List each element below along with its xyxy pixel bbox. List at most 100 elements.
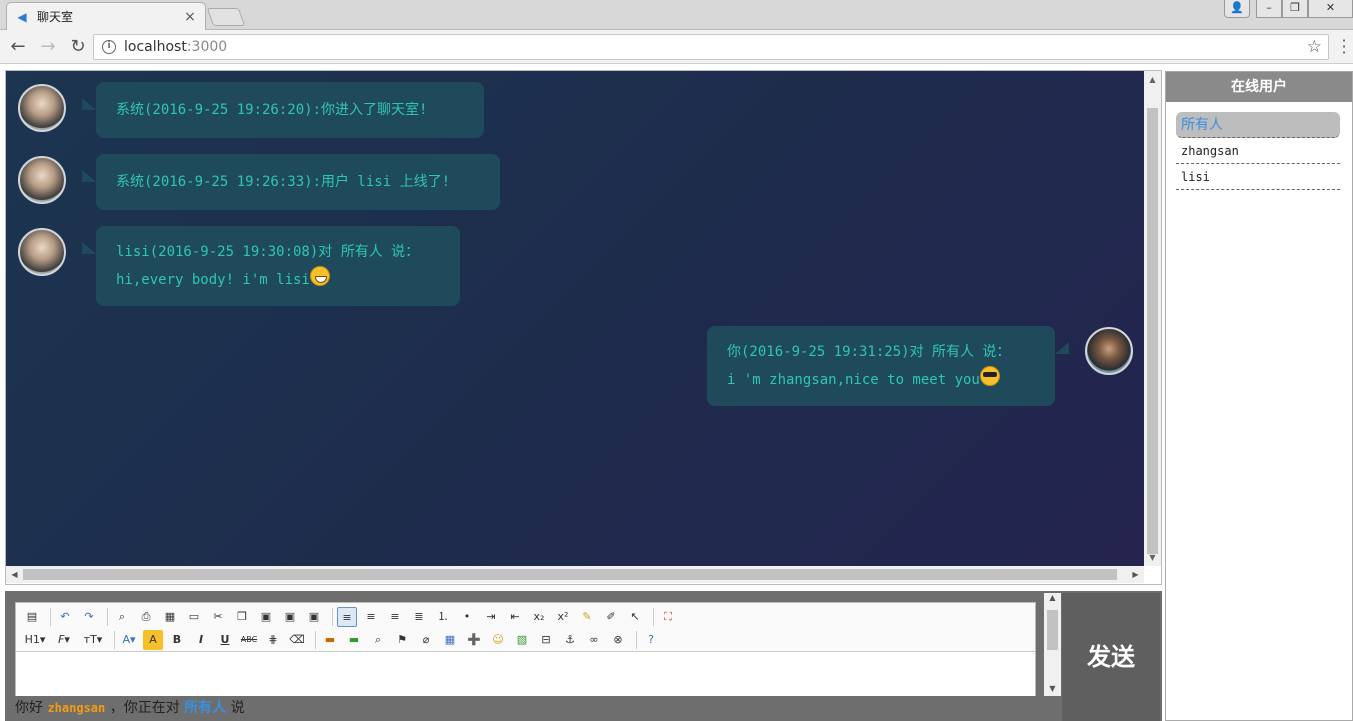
scroll-thumb[interactable] (1047, 610, 1058, 650)
bookmark-star-icon[interactable]: ☆ (1307, 37, 1322, 57)
status-middle: ，你正在对 (109, 700, 180, 716)
back-icon[interactable]: ← (6, 35, 30, 59)
scroll-thumb[interactable] (23, 569, 1117, 580)
url-text[interactable]: localhost:3000 (124, 39, 227, 55)
attachment-icon[interactable]: ⌀ (416, 630, 436, 650)
redo-icon[interactable]: ↷ (79, 607, 99, 627)
message-bubble: lisi(2016-9-25 19:30:08)对 所有人 说： hi,ever… (96, 226, 460, 306)
link-icon[interactable]: ∞ (584, 630, 604, 650)
user-item-lisi[interactable]: lisi (1176, 164, 1340, 190)
message-area[interactable]: 系统(2016-9-25 19:26:20):你进入了聊天室! 系统(2016-… (6, 71, 1144, 566)
font-color-icon[interactable]: A▾ (119, 630, 139, 650)
table-icon[interactable]: ▦ (440, 630, 460, 650)
hr-icon[interactable]: ⋕ (263, 630, 283, 650)
scroll-thumb[interactable] (1147, 108, 1158, 554)
align-center-icon[interactable]: ≡ (361, 607, 381, 627)
superscript-icon[interactable]: x² (553, 607, 573, 627)
minimize-button[interactable]: – (1256, 0, 1282, 18)
clear-format-icon[interactable]: ✎ (577, 607, 597, 627)
insert-col-icon[interactable]: ▬ (344, 630, 364, 650)
reload-icon[interactable]: ↻ (66, 35, 90, 59)
message-row (1085, 327, 1133, 375)
spacer-icon[interactable]: ⊟ (536, 630, 556, 650)
italic-button[interactable]: I (191, 630, 211, 650)
address-bar[interactable]: i localhost:3000 ☆ (93, 34, 1329, 60)
help-icon[interactable]: ? (641, 630, 661, 650)
heading-dropdown[interactable]: H1▾ (22, 630, 48, 650)
underline-button[interactable]: U (215, 630, 235, 650)
forward-icon[interactable]: → (36, 35, 60, 59)
strikethrough-button[interactable]: ABC (239, 630, 259, 650)
browser-window: ◀ 聊天室 × 👤 – ❐ ✕ ← → ↻ i localhost:3000 ☆… (0, 0, 1353, 721)
font-size-dropdown[interactable]: тT▾ (80, 630, 106, 650)
outdent-icon[interactable]: ⇤ (505, 607, 525, 627)
search-replace-icon[interactable]: ⌕ (368, 630, 388, 650)
subscript-icon[interactable]: x₂ (529, 607, 549, 627)
bold-button[interactable]: B (167, 630, 187, 650)
vertical-scrollbar[interactable]: ▲ ▼ (1144, 71, 1161, 566)
menu-icon[interactable]: · · · (1339, 33, 1349, 61)
message-input[interactable] (16, 652, 1035, 700)
online-users-title: 在线用户 (1166, 72, 1352, 102)
scroll-left-icon[interactable]: ◀ (6, 566, 23, 583)
paste-icon[interactable]: ▣ (256, 607, 276, 627)
eraser-icon[interactable]: ⌫ (287, 630, 307, 650)
indent-icon[interactable]: ⇥ (481, 607, 501, 627)
font-family-dropdown[interactable]: F▾ (52, 630, 76, 650)
insert-row-icon[interactable]: ▬ (320, 630, 340, 650)
restore-button[interactable]: ❐ (1282, 0, 1308, 18)
avatar (1085, 327, 1133, 375)
unordered-list-icon[interactable]: • (457, 607, 477, 627)
anchor-icon[interactable]: ⚓ (560, 630, 580, 650)
message-bubble: 系统(2016-9-25 19:26:33):用户 lisi 上线了! (96, 154, 500, 210)
browser-tab[interactable]: ◀ 聊天室 × (6, 2, 206, 30)
rich-text-editor: ▤ ↶ ↷ ⌕ ⎙ ▦ ▭ ✂ ❐ ▣ ▣ ▣ ≡ ≡ ≡ ≣ ⒈ • ⇥ ⇤ … (15, 602, 1036, 702)
avatar (18, 228, 66, 276)
avatar (18, 156, 66, 204)
scroll-down-icon[interactable]: ▼ (1144, 549, 1161, 566)
ordered-list-icon[interactable]: ⒈ (433, 607, 453, 627)
profile-icon[interactable]: 👤 (1224, 0, 1250, 18)
scroll-right-icon[interactable]: ▶ (1127, 566, 1144, 583)
message-text: 系统(2016-9-25 19:26:20):你进入了聊天室! (116, 102, 428, 118)
template-icon[interactable]: ▦ (160, 607, 180, 627)
message-row (18, 84, 66, 132)
user-item-all[interactable]: 所有人 (1176, 112, 1340, 138)
select-all-icon[interactable]: ✐ (601, 607, 621, 627)
message-text: lisi(2016-9-25 19:30:08)对 所有人 说： (116, 244, 420, 260)
unlink-icon[interactable]: ⊗ (608, 630, 628, 650)
close-window-button[interactable]: ✕ (1308, 0, 1353, 18)
user-item-zhangsan[interactable]: zhangsan (1176, 138, 1340, 164)
cut-icon[interactable]: ✂ (208, 607, 228, 627)
print-icon[interactable]: ⎙ (136, 607, 156, 627)
scroll-up-icon[interactable]: ▲ (1044, 593, 1061, 607)
send-button[interactable]: 发送 (1062, 593, 1160, 721)
undo-icon[interactable]: ↶ (55, 607, 75, 627)
insert-frame-icon[interactable]: ➕ (464, 630, 484, 650)
cursor-icon[interactable]: ↖ (625, 607, 645, 627)
copy-icon[interactable]: ❐ (232, 607, 252, 627)
highlight-color-icon[interactable]: A (143, 630, 163, 650)
info-icon[interactable]: i (102, 40, 116, 54)
new-tab-button[interactable] (206, 8, 246, 26)
fullscreen-icon[interactable]: ⛶ (658, 607, 678, 627)
justify-icon[interactable]: ≣ (409, 607, 429, 627)
editor-scrollbar[interactable]: ▲ ▼ (1044, 593, 1061, 698)
code-icon[interactable]: ▭ (184, 607, 204, 627)
image-icon[interactable]: ▧ (512, 630, 532, 650)
align-left-icon[interactable]: ≡ (337, 607, 357, 627)
paste-word-icon[interactable]: ▣ (304, 607, 324, 627)
message-row (18, 228, 66, 276)
chat-panel: 系统(2016-9-25 19:26:20):你进入了聊天室! 系统(2016-… (5, 70, 1162, 585)
align-right-icon[interactable]: ≡ (385, 607, 405, 627)
emoticon-icon[interactable]: ☺ (488, 630, 508, 650)
tab-close-icon[interactable]: × (183, 9, 197, 25)
scroll-up-icon[interactable]: ▲ (1144, 71, 1161, 88)
tab-title: 聊天室 (37, 10, 74, 24)
pagebreak-icon[interactable]: ⚑ (392, 630, 412, 650)
paste-text-icon[interactable]: ▣ (280, 607, 300, 627)
preview-icon[interactable]: ⌕ (112, 607, 132, 627)
source-icon[interactable]: ▤ (22, 607, 42, 627)
horizontal-scrollbar[interactable]: ◀ ▶ (6, 566, 1144, 583)
message-row (18, 156, 66, 204)
